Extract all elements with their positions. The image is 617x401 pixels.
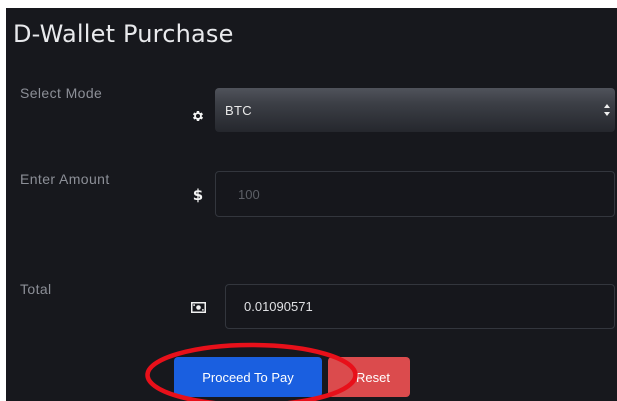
select-caret-icon (604, 104, 610, 116)
mode-select[interactable]: BTC (215, 88, 615, 132)
enter-amount-label: Enter Amount (20, 171, 110, 187)
gear-icon (189, 107, 207, 125)
select-mode-label: Select Mode (20, 85, 103, 101)
reset-button[interactable]: Reset (328, 357, 410, 397)
page-title: D-Wallet Purchase (13, 20, 234, 48)
mode-select-value: BTC (225, 102, 252, 118)
total-label: Total (20, 281, 52, 297)
amount-input[interactable]: 100 (215, 171, 615, 217)
money-icon (189, 298, 207, 316)
proceed-to-pay-button[interactable]: Proceed To Pay (174, 357, 322, 397)
wallet-purchase-panel: D-Wallet Purchase Select Mode BTC Enter … (6, 8, 617, 401)
total-field: 0.01090571 (225, 284, 615, 329)
dollar-icon: $ (192, 186, 204, 204)
